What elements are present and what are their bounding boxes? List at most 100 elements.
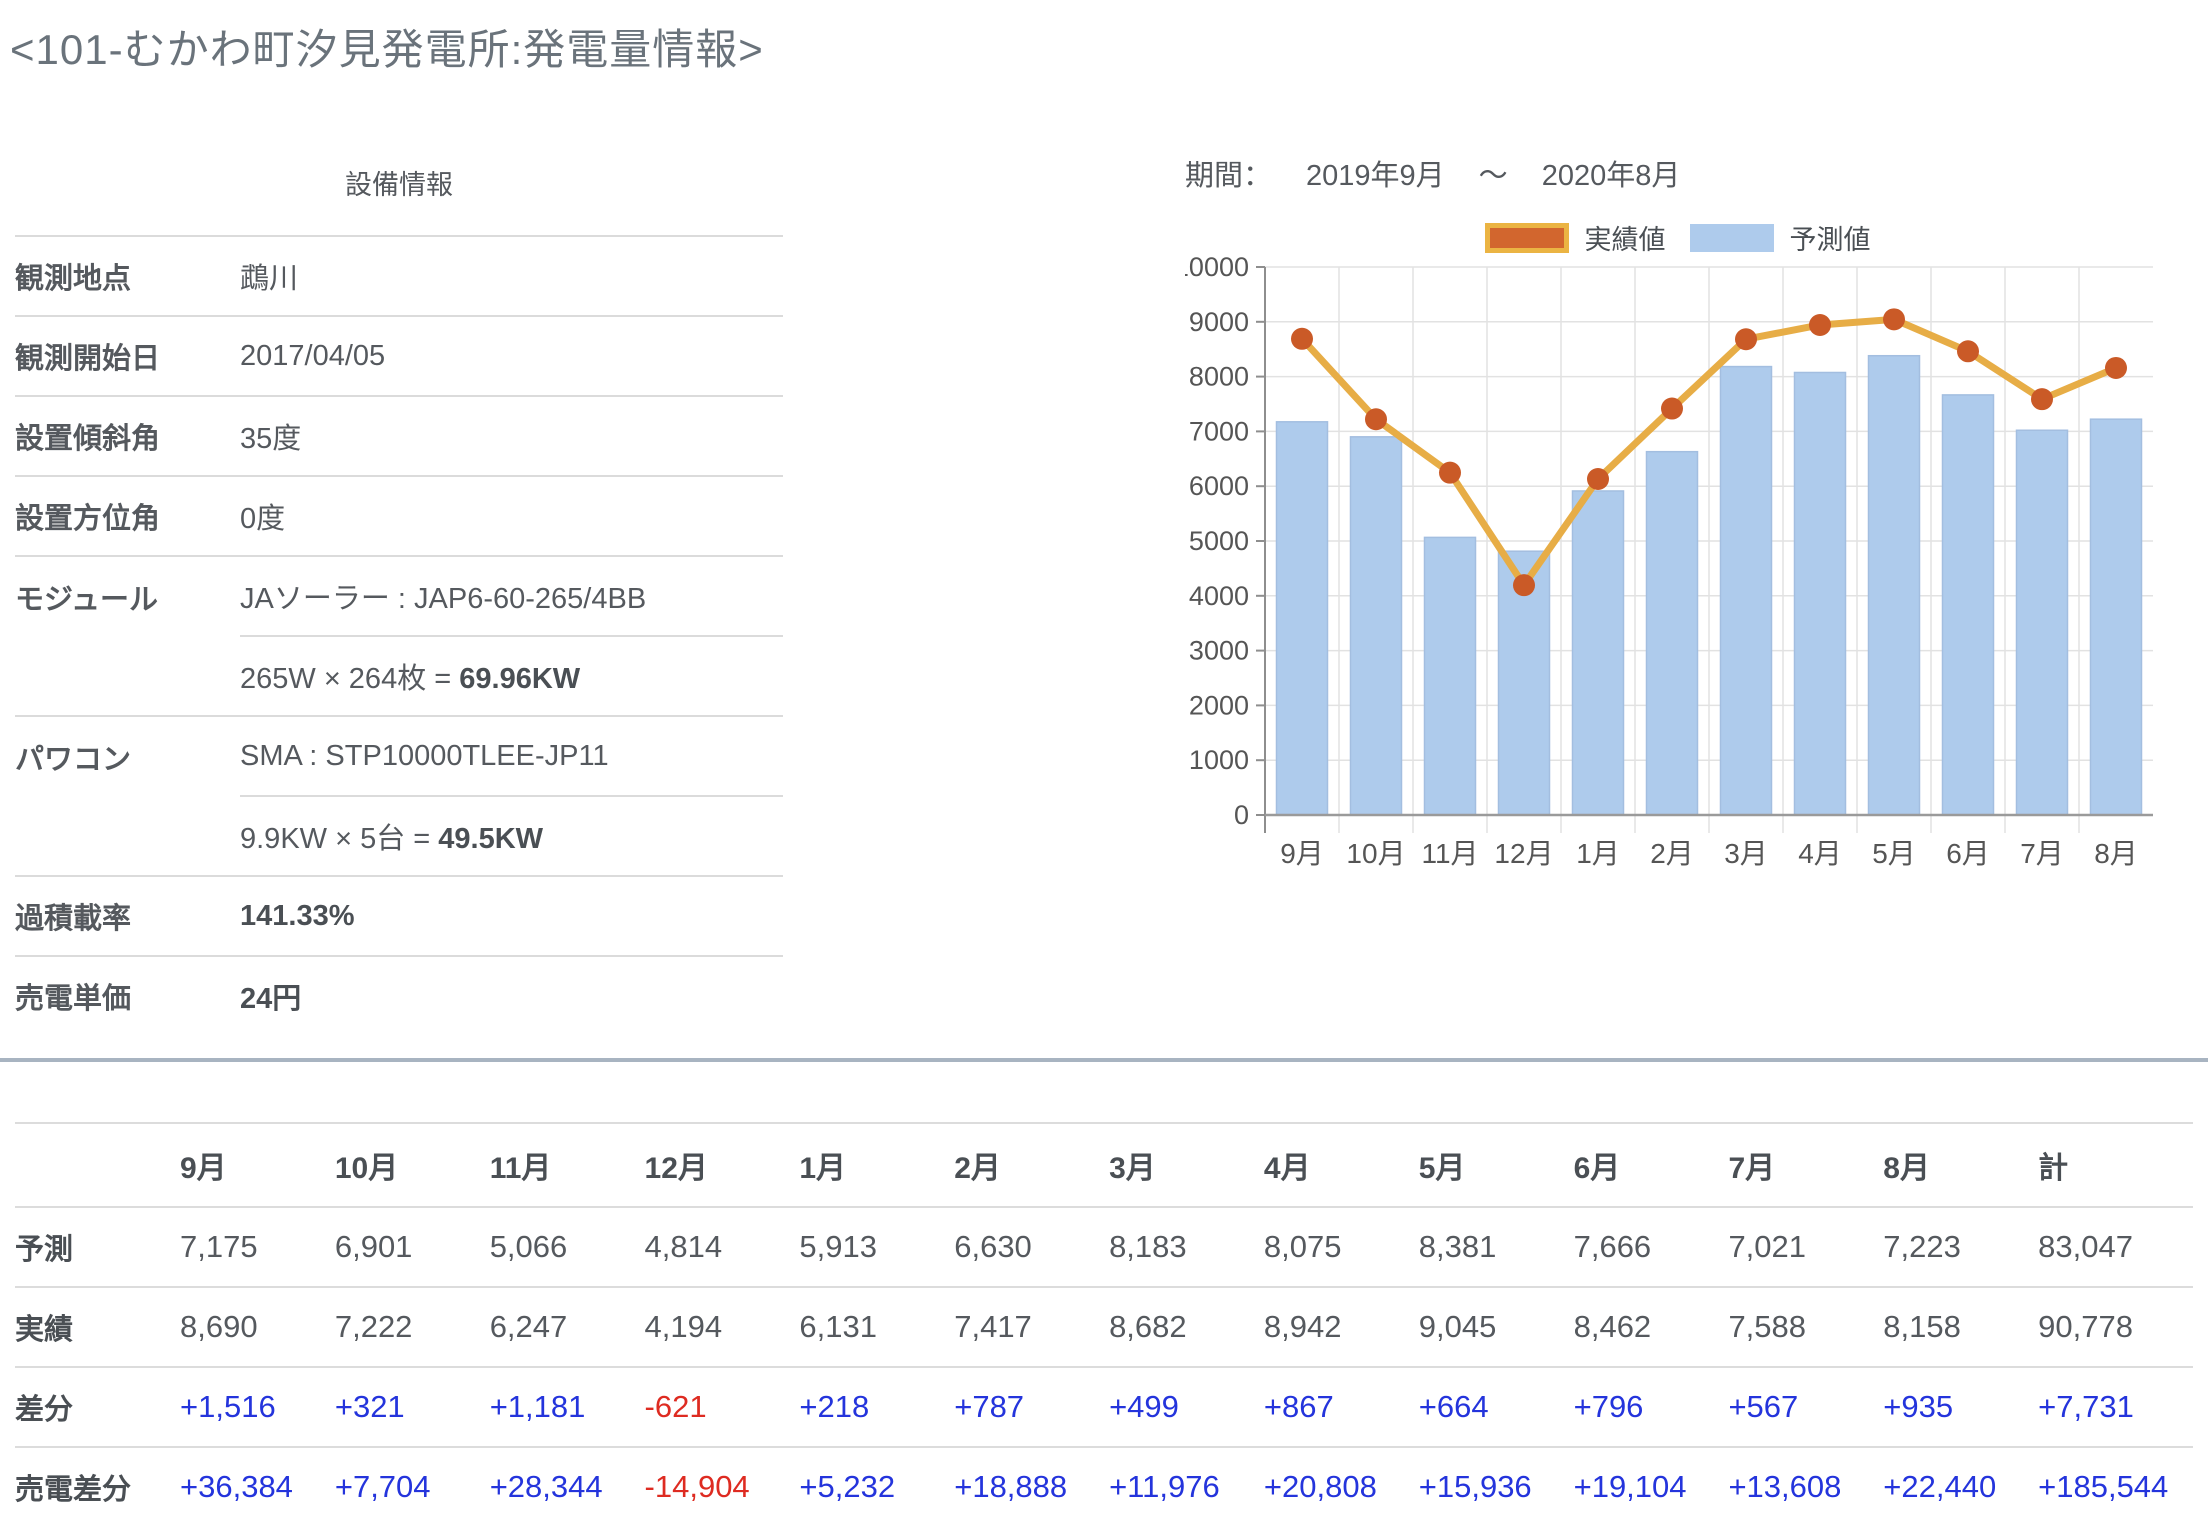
summary-cell: 9,045 (1419, 1287, 1574, 1367)
summary-cell: +664 (1419, 1367, 1574, 1447)
summary-cell: +796 (1574, 1367, 1729, 1447)
equipment-row-value: 9.9KW × 5台 = 49.5KW (240, 796, 783, 876)
equipment-row-value: 265W × 264枚 = 69.96KW (240, 636, 783, 716)
summary-column-header: 計 (2038, 1123, 2193, 1207)
summary-cell: 7,417 (954, 1287, 1109, 1367)
equipment-row: 265W × 264枚 = 69.96KW (15, 636, 783, 716)
x-axis-label: 9月 (1280, 838, 1324, 869)
actual-point (1513, 574, 1535, 596)
actual-point (1365, 408, 1387, 430)
actual-point (1957, 340, 1979, 362)
page-title: <101-むかわ町汐見発電所:発電量情報> (10, 16, 764, 77)
forecast-bar (1425, 537, 1476, 815)
summary-cell: +935 (1883, 1367, 2038, 1447)
summary-cell: 7,223 (1883, 1207, 2038, 1287)
summary-cell: 8,158 (1883, 1287, 2038, 1367)
summary-cell: +11,976 (1109, 1447, 1264, 1526)
summary-cell: 8,682 (1109, 1287, 1264, 1367)
equipment-row-label: 設置傾斜角 (15, 396, 240, 476)
summary-cell: 8,381 (1419, 1207, 1574, 1287)
summary-column-header: 2月 (954, 1123, 1109, 1207)
production-chart: 0100020003000400050006000700080009000100… (1185, 255, 2170, 895)
summary-column-header (15, 1123, 180, 1207)
equipment-row: パワコンSMA : STP10000TLEE-JP11 (15, 716, 783, 796)
equipment-row: 設置方位角0度 (15, 476, 783, 556)
equipment-row: モジュールJAソーラー : JAP6-60-265/4BB (15, 556, 783, 636)
actual-point (1661, 398, 1683, 420)
summary-cell: +185,544 (2038, 1447, 2193, 1526)
equipment-row-label: 観測開始日 (15, 316, 240, 396)
summary-cell: 8,183 (1109, 1207, 1264, 1287)
summary-cell: +5,232 (799, 1447, 954, 1526)
actual-point (1883, 308, 1905, 330)
summary-cell: +28,344 (490, 1447, 645, 1526)
forecast-swatch-icon (1690, 224, 1774, 252)
summary-row-label: 売電差分 (15, 1447, 180, 1526)
chart-legend: 実績値 予測値 (1185, 218, 2170, 257)
equipment-row-label: 売電単価 (15, 956, 240, 1035)
summary-column-header: 11月 (490, 1123, 645, 1207)
summary-cell: 6,247 (490, 1287, 645, 1367)
y-axis-label: 10000 (1185, 255, 1249, 282)
summary-cell: +567 (1728, 1367, 1883, 1447)
summary-header-row: 9月10月11月12月1月2月3月4月5月6月7月8月計 (15, 1123, 2193, 1207)
actual-point (1809, 314, 1831, 336)
equipment-row-value: 鵡川 (240, 236, 783, 316)
equipment-row: 設置傾斜角35度 (15, 396, 783, 476)
forecast-bar (2017, 430, 2068, 815)
y-axis-label: 9000 (1189, 307, 1249, 337)
equipment-table-body: 観測地点鵡川観測開始日2017/04/05設置傾斜角35度設置方位角0度モジュー… (15, 236, 783, 1035)
equipment-table: 観測地点鵡川観測開始日2017/04/05設置傾斜角35度設置方位角0度モジュー… (15, 235, 783, 1035)
summary-cell: +22,440 (1883, 1447, 2038, 1526)
legend-actual-label: 実績値 (1585, 218, 1666, 257)
summary-cell: +36,384 (180, 1447, 335, 1526)
summary-cell: +15,936 (1419, 1447, 1574, 1526)
equipment-row: 売電単価24円 (15, 956, 783, 1035)
equipment-row-label: パワコン (15, 716, 240, 796)
summary-cell: +499 (1109, 1367, 1264, 1447)
summary-column-header: 8月 (1883, 1123, 2038, 1207)
summary-cell: +7,731 (2038, 1367, 2193, 1447)
equipment-row-label: 過積載率 (15, 876, 240, 956)
y-axis-label: 3000 (1189, 636, 1249, 666)
summary-row: 実績8,6907,2226,2474,1946,1317,4178,6828,9… (15, 1287, 2193, 1367)
actual-point (1291, 328, 1313, 350)
summary-column-header: 1月 (799, 1123, 954, 1207)
x-axis-label: 5月 (1872, 838, 1916, 869)
equipment-row-value: 24円 (240, 956, 783, 1035)
forecast-bar (1277, 422, 1328, 815)
equipment-row-value: SMA : STP10000TLEE-JP11 (240, 716, 783, 796)
actual-point (1587, 468, 1609, 490)
summary-column-header: 3月 (1109, 1123, 1264, 1207)
summary-cell: +867 (1264, 1367, 1419, 1447)
x-axis-label: 8月 (2094, 838, 2138, 869)
equipment-row-label: モジュール (15, 556, 240, 636)
equipment-row-value: 35度 (240, 396, 783, 476)
actual-point (2105, 357, 2127, 379)
legend-forecast-label: 予測値 (1790, 218, 1871, 257)
x-axis-label: 4月 (1798, 838, 1842, 869)
y-axis-label: 8000 (1189, 362, 1249, 392)
forecast-bar (2091, 419, 2142, 815)
summary-table: 9月10月11月12月1月2月3月4月5月6月7月8月計 予測7,1756,90… (15, 1122, 2193, 1526)
summary-cell: 5,066 (490, 1207, 645, 1287)
equipment-row-value: JAソーラー : JAP6-60-265/4BB (240, 556, 783, 636)
summary-column-header: 9月 (180, 1123, 335, 1207)
actual-point (2031, 388, 2053, 410)
summary-column-header: 12月 (645, 1123, 800, 1207)
summary-column-header: 10月 (335, 1123, 490, 1207)
forecast-bar (1795, 372, 1846, 815)
summary-cell: 6,901 (335, 1207, 490, 1287)
y-axis-label: 0 (1234, 800, 1249, 830)
summary-cell: +787 (954, 1367, 1109, 1447)
equipment-row-label (15, 796, 240, 876)
x-axis-label: 12月 (1494, 838, 1553, 869)
x-axis-label: 11月 (1421, 838, 1478, 869)
equipment-row-label (15, 636, 240, 716)
summary-cell: -621 (645, 1367, 800, 1447)
equipment-row-value: 141.33% (240, 876, 783, 956)
summary-cell: 8,942 (1264, 1287, 1419, 1367)
summary-cell: 5,913 (799, 1207, 954, 1287)
period-start: 2019年9月 (1306, 152, 1445, 194)
summary-cell: 8,462 (1574, 1287, 1729, 1367)
